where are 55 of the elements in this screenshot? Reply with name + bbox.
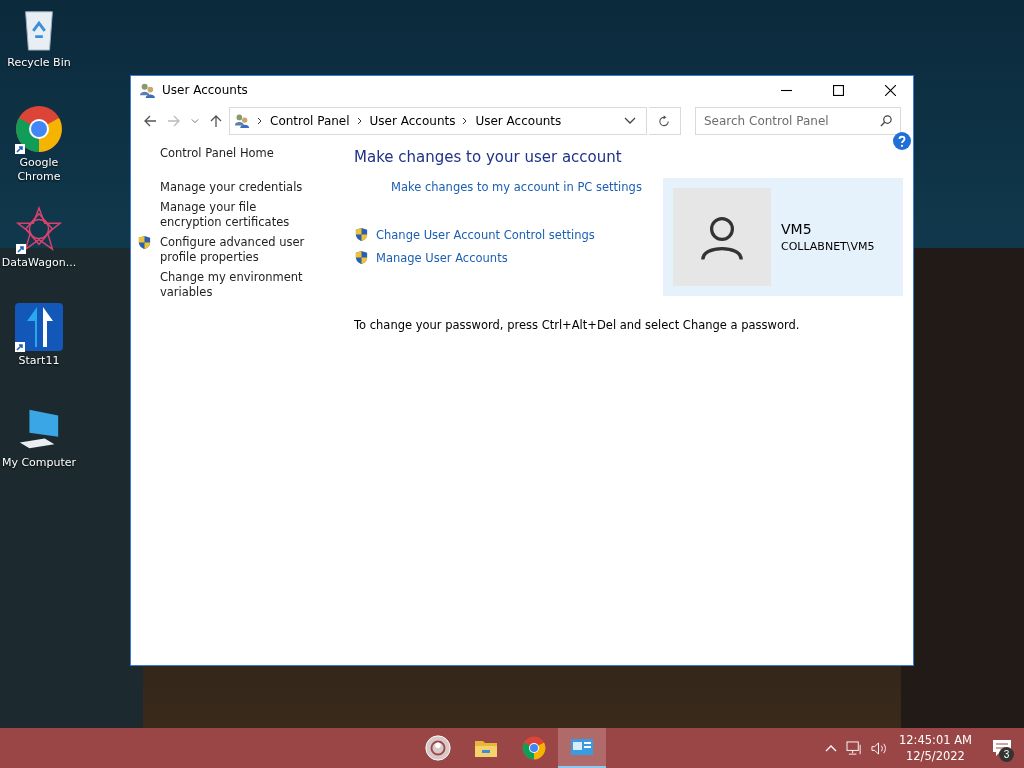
notifications-button[interactable]: 3 xyxy=(980,728,1024,768)
network-icon xyxy=(846,740,864,756)
refresh-icon xyxy=(658,114,671,128)
users-icon xyxy=(139,81,156,99)
sidebar-link[interactable]: Control Panel Home xyxy=(160,146,320,161)
taskbar-app-button[interactable] xyxy=(558,728,606,768)
back-arrow-icon xyxy=(143,114,157,128)
notification-count: 3 xyxy=(999,747,1014,762)
password-note: To change your password, press Ctrl+Alt+Del and select Change a password. xyxy=(354,318,801,332)
folder-icon xyxy=(474,738,498,758)
up-arrows-icon xyxy=(15,303,63,351)
window-title: User Accounts xyxy=(162,83,248,97)
chevron-icon xyxy=(462,117,469,125)
desktop-shortcut[interactable]: Start11 xyxy=(0,302,78,368)
chrome-logo-icon xyxy=(522,736,546,760)
task-link[interactable]: Change User Account Control settings xyxy=(376,227,595,242)
sidebar-link[interactable]: Configure advanced user profile properties xyxy=(160,235,320,265)
close-icon xyxy=(884,84,896,96)
help-icon xyxy=(893,132,911,150)
desktop-shortcut[interactable]: My Computer xyxy=(0,404,78,470)
forward-arrow-icon xyxy=(167,114,181,128)
search-icon xyxy=(880,114,893,127)
clock[interactable]: 12:45:01 AM 12/5/2022 xyxy=(890,732,980,764)
up-arrow-icon xyxy=(209,114,223,128)
chrome-logo-icon xyxy=(15,105,63,153)
refresh-button[interactable] xyxy=(649,107,681,135)
search-field[interactable]: Search Control Panel xyxy=(695,107,901,135)
sidebar-link[interactable]: Manage your credentials xyxy=(160,180,320,195)
task-link[interactable]: Make changes to my account in PC settings xyxy=(391,180,642,194)
breadcrumb-item[interactable]: User Accounts xyxy=(475,114,562,128)
breadcrumb-item[interactable]: User Accounts xyxy=(369,114,456,128)
address-bar[interactable]: Control Panel User Accounts User Accounts xyxy=(229,107,647,135)
circle-logo-icon xyxy=(424,734,452,762)
sidebar-link[interactable]: Manage your file encryption certificates xyxy=(160,200,320,230)
help-button[interactable] xyxy=(893,132,911,150)
task-link[interactable]: Manage User Accounts xyxy=(376,250,508,265)
desktop-shortcut[interactable]: Google Chrome xyxy=(0,104,78,184)
breadcrumb-item[interactable]: Control Panel xyxy=(270,114,350,128)
users-icon xyxy=(234,113,250,129)
sidebar-link[interactable]: Change my environment variables xyxy=(160,270,320,300)
page-heading: Make changes to your user account xyxy=(354,148,623,166)
dropdown-icon xyxy=(624,117,636,125)
desktop-shortcut[interactable]: DataWagon... xyxy=(0,204,78,270)
caret-up-icon xyxy=(824,744,837,752)
volume-icon xyxy=(870,740,888,756)
chevron-icon xyxy=(257,117,263,125)
account-domain: COLLABNET\VM5 xyxy=(781,240,875,253)
control-panel-icon xyxy=(570,737,594,757)
chevron-icon xyxy=(356,117,363,125)
star-pattern-icon xyxy=(16,206,62,252)
maximize-icon xyxy=(832,84,844,96)
user-avatar-icon xyxy=(673,188,771,286)
chevron-down-icon xyxy=(191,117,199,125)
account-name: VM5 xyxy=(781,221,813,237)
desktop-shortcut[interactable]: Recycle Bin xyxy=(0,4,78,70)
